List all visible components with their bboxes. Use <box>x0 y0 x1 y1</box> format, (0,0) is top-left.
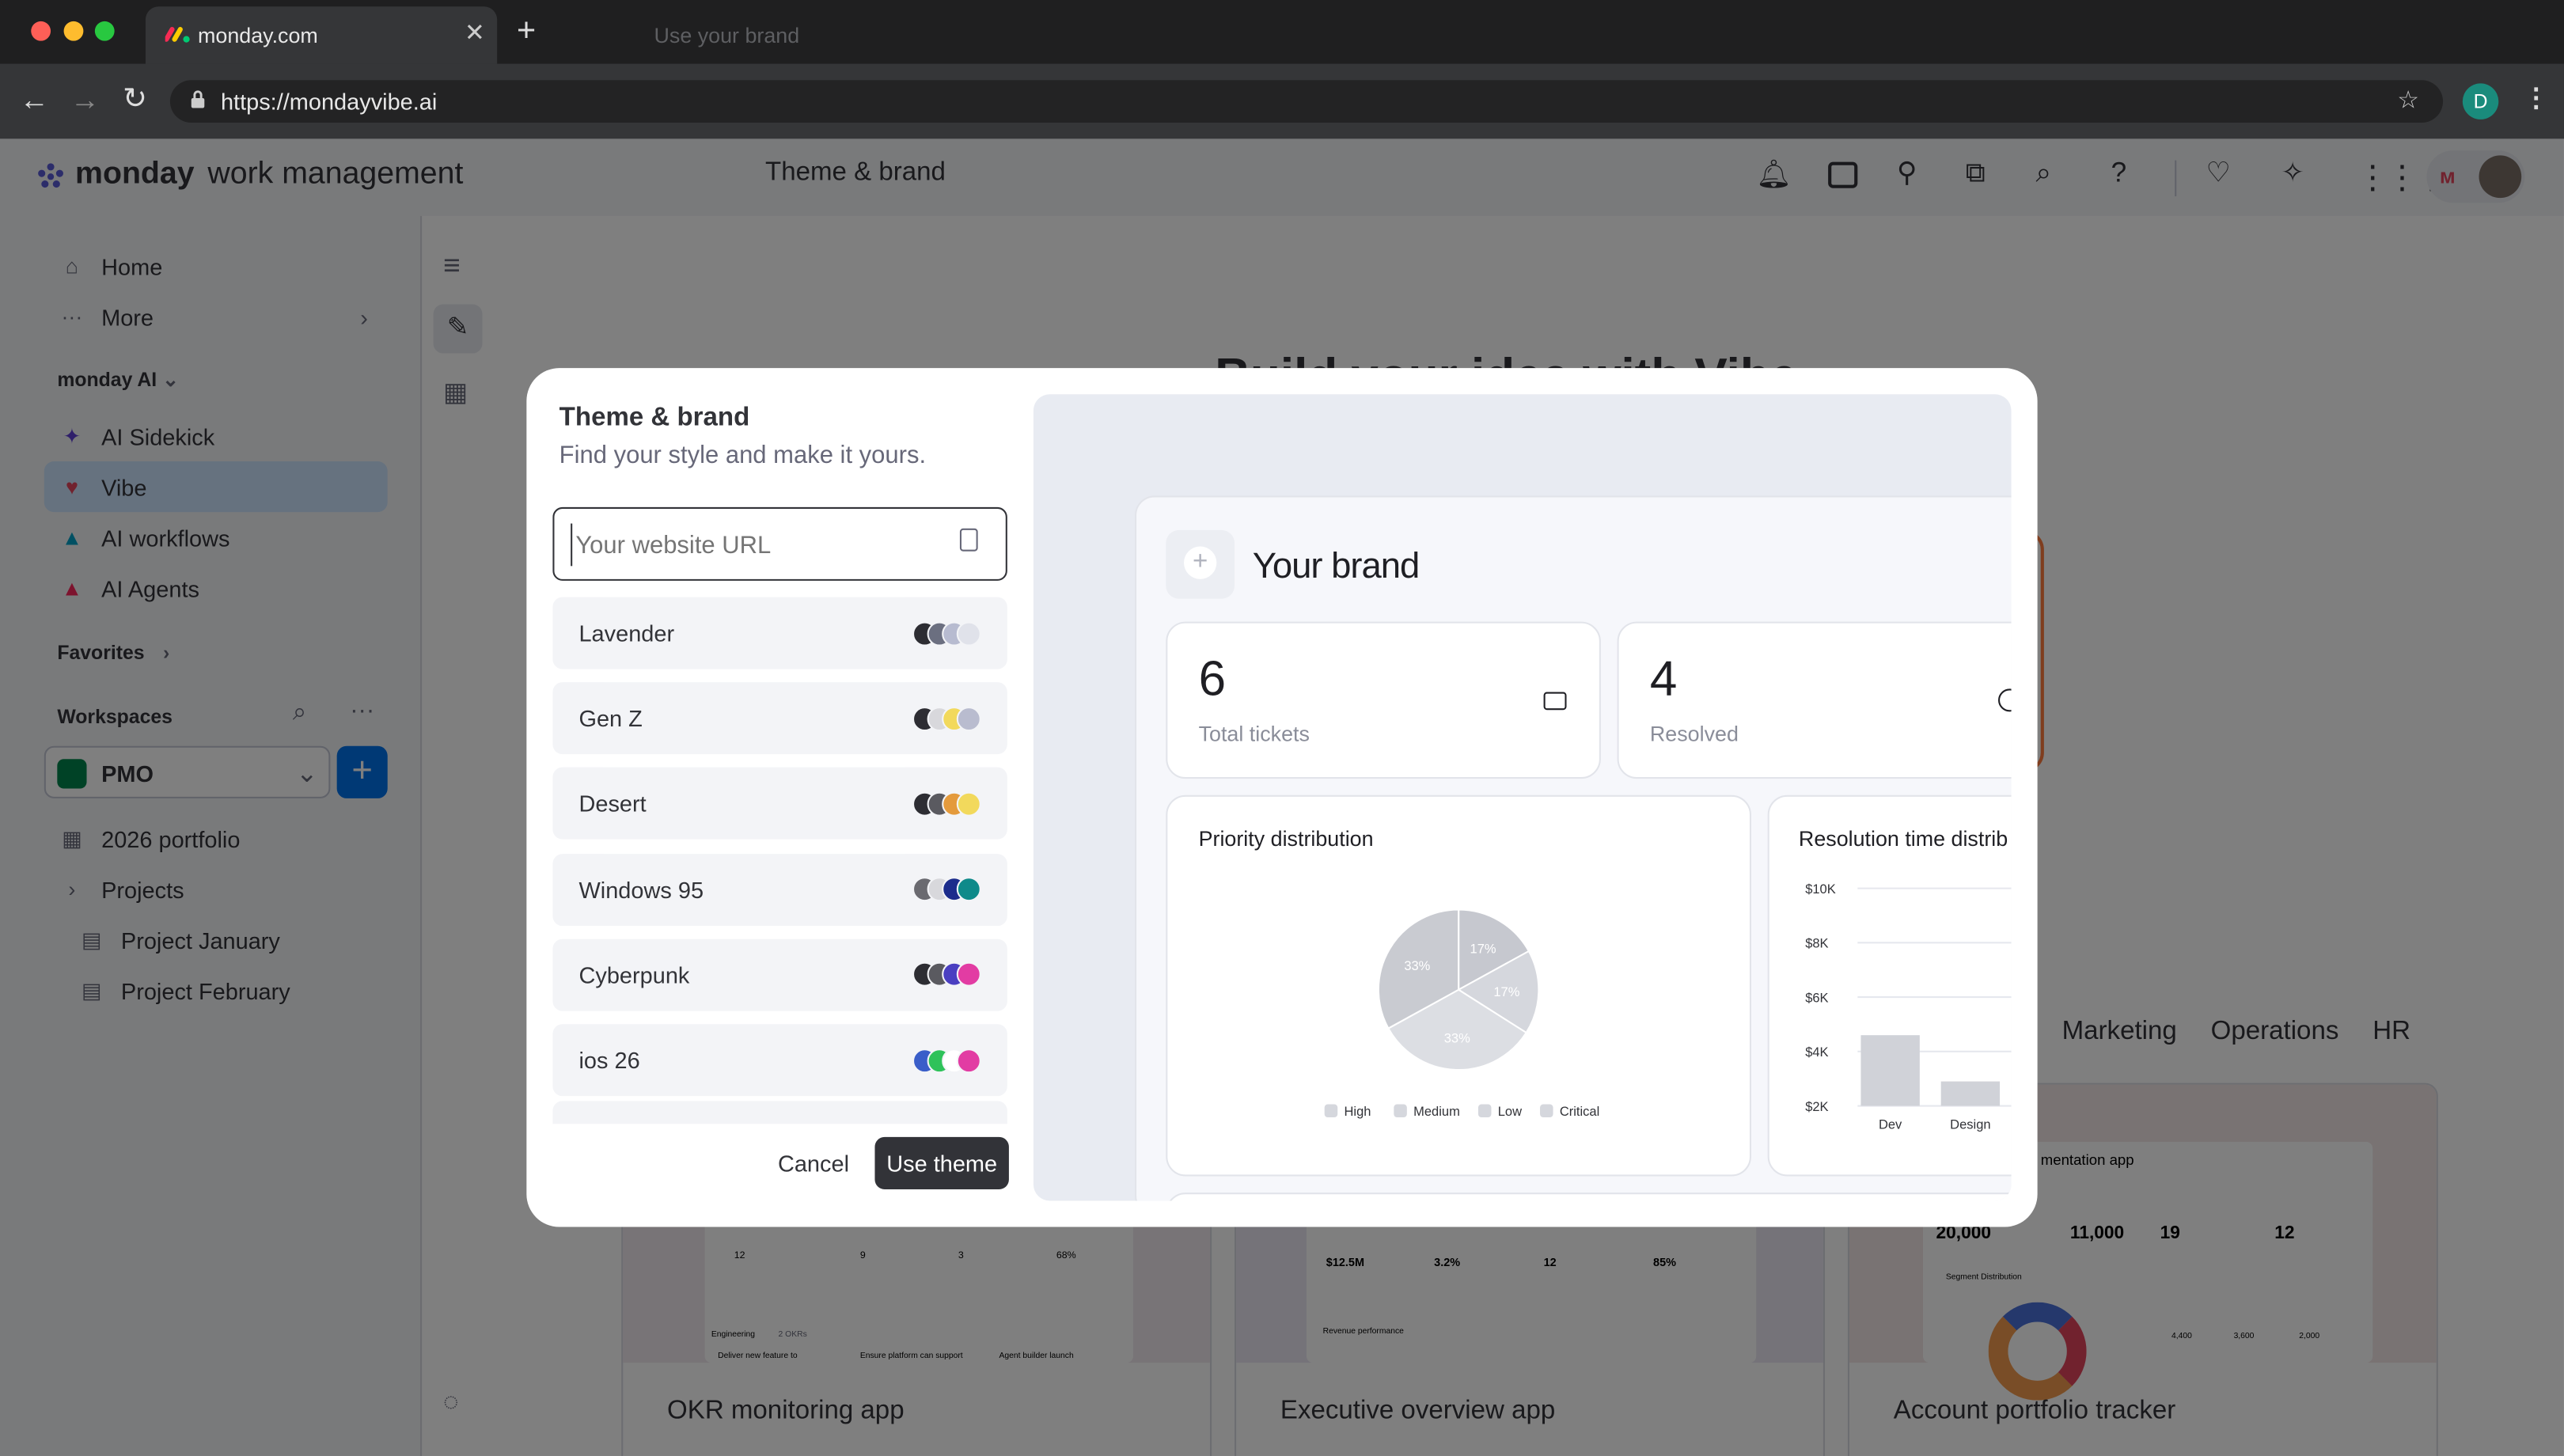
minimize-window-button[interactable] <box>63 21 84 41</box>
forward-icon[interactable]: → <box>70 83 100 117</box>
theme-preview: + Your brand 6 Total tickets 4 Resolved … <box>1033 394 2012 1201</box>
dialog-title: Theme & brand <box>559 404 750 432</box>
pie-slice-label: 17% <box>1493 984 1519 999</box>
monday-logo-icon <box>164 23 192 46</box>
color-swatch <box>956 962 981 988</box>
kpi-card: 6 Total tickets <box>1166 621 1601 779</box>
clipboard-icon[interactable] <box>959 528 978 552</box>
maximize-window-button[interactable] <box>94 21 115 41</box>
x-tick-label: Dev <box>1879 1117 1902 1132</box>
x-tick-label: Design <box>1950 1117 1990 1132</box>
theme-option-partial[interactable] <box>552 1101 1007 1124</box>
add-logo-icon: + <box>1184 546 1217 579</box>
bar <box>1940 1081 2001 1106</box>
bar <box>1860 1035 1920 1106</box>
y-tick-label: $2K <box>1805 1099 1828 1114</box>
pie-slice-label: 17% <box>1470 942 1496 957</box>
kpi-card: 4 Resolved <box>1617 621 2012 779</box>
dialog-subtitle: Find your style and make it yours. <box>559 442 927 470</box>
website-url-field[interactable] <box>552 506 1007 581</box>
page: monday.com ✕ + Use your brand ← → ↻ http… <box>0 0 2564 1456</box>
ticket-icon <box>1543 692 1567 711</box>
new-tab-icon[interactable]: + <box>517 13 536 51</box>
viewport: monday.com ✕ + Use your brand ← → ↻ http… <box>0 0 2564 1456</box>
legend-label: Low <box>1498 1104 1522 1119</box>
kpi-label: Resolved <box>1649 721 1739 746</box>
pie-chart-card: Priority distribution 17% 17% 33% 33% High Me… <box>1166 794 1752 1177</box>
legend-swatch <box>1540 1104 1553 1118</box>
check-circle-icon <box>1998 688 2012 712</box>
bar-chart: $10K $8K $6K $4K $2K Dev Design <box>1805 882 2012 1132</box>
address-bar[interactable]: https://mondayvibe.ai ☆ <box>169 80 2444 123</box>
reload-icon[interactable]: ↻ <box>123 82 147 116</box>
y-tick-label: $10K <box>1805 882 1836 897</box>
bookmark-star-icon[interactable]: ☆ <box>2397 85 2419 115</box>
browser-tab[interactable]: monday.com ✕ <box>145 6 498 64</box>
preview-card-partial <box>1166 1192 2012 1201</box>
legend-label: Critical <box>1560 1104 1599 1119</box>
back-icon[interactable]: ← <box>20 83 49 117</box>
theme-option-label: Gen Z <box>578 705 643 732</box>
pie-slice-label: 33% <box>1444 1031 1470 1046</box>
y-tick-label: $4K <box>1805 1045 1828 1060</box>
theme-swatches <box>912 620 981 646</box>
theme-option[interactable]: Gen Z <box>552 682 1007 755</box>
theme-option[interactable]: ios 26 <box>552 1024 1007 1097</box>
kpi-value: 4 <box>1649 652 1678 707</box>
color-swatch <box>956 791 981 817</box>
theme-swatches <box>912 1048 981 1073</box>
bar-chart-card: Resolution time distrib $10K $8K $6K $4K $2K… <box>1767 794 2012 1177</box>
theme-option-label: Cyberpunk <box>578 961 690 988</box>
browser-menu-icon[interactable]: ⋮ <box>2523 82 2549 114</box>
preview-brand-name: Your brand <box>1252 544 1420 586</box>
theme-option[interactable]: Desert <box>552 768 1007 840</box>
pie-chart: 17% 17% 33% 33% High Medium Low Critical <box>1324 908 1599 1119</box>
legend-swatch <box>1477 1104 1492 1118</box>
website-url-input[interactable] <box>571 523 947 567</box>
theme-option[interactable]: Windows 95 <box>552 853 1007 926</box>
theme-swatches <box>912 791 981 817</box>
use-theme-button[interactable]: Use theme <box>874 1136 1009 1189</box>
color-swatch <box>956 620 981 646</box>
close-tab-icon[interactable]: ✕ <box>465 18 485 47</box>
theme-swatches <box>912 962 981 988</box>
theme-option-label: ios 26 <box>578 1047 640 1074</box>
legend-swatch <box>1324 1104 1338 1118</box>
legend-swatch <box>1394 1104 1407 1118</box>
close-window-button[interactable] <box>31 21 51 41</box>
tab-title: monday.com <box>198 22 318 47</box>
color-swatch <box>956 877 981 902</box>
brand-logo-placeholder: + <box>1166 529 1235 599</box>
url-text: https://mondayvibe.ai <box>220 88 438 115</box>
theme-swatches <box>912 877 981 902</box>
color-swatch <box>956 1048 981 1073</box>
theme-option-label: Desert <box>578 791 647 817</box>
theme-option[interactable]: Lavender <box>552 597 1007 669</box>
color-swatch <box>956 706 981 731</box>
preview-dashboard: + Your brand 6 Total tickets 4 Resolved … <box>1135 495 2012 1201</box>
theme-option-label: Lavender <box>578 620 675 646</box>
lock-icon <box>190 89 207 110</box>
theme-brand-dialog: Theme & brand Find your style and make i… <box>526 368 2038 1227</box>
theme-swatches <box>912 706 981 731</box>
theme-option-label: Windows 95 <box>578 876 704 903</box>
y-tick-label: $6K <box>1805 990 1828 1005</box>
theme-option[interactable]: Cyberpunk <box>552 938 1007 1011</box>
legend-label: Medium <box>1413 1104 1460 1119</box>
pie-slice-label: 33% <box>1404 958 1430 973</box>
cancel-button[interactable]: Cancel <box>768 1137 859 1189</box>
legend-label: High <box>1344 1104 1371 1119</box>
y-tick-label: $8K <box>1805 936 1828 951</box>
kpi-label: Total tickets <box>1198 721 1310 746</box>
kpi-value: 6 <box>1198 652 1227 707</box>
background-tab-title: Use your brand <box>654 22 800 47</box>
profile-avatar[interactable]: D <box>2462 83 2499 119</box>
